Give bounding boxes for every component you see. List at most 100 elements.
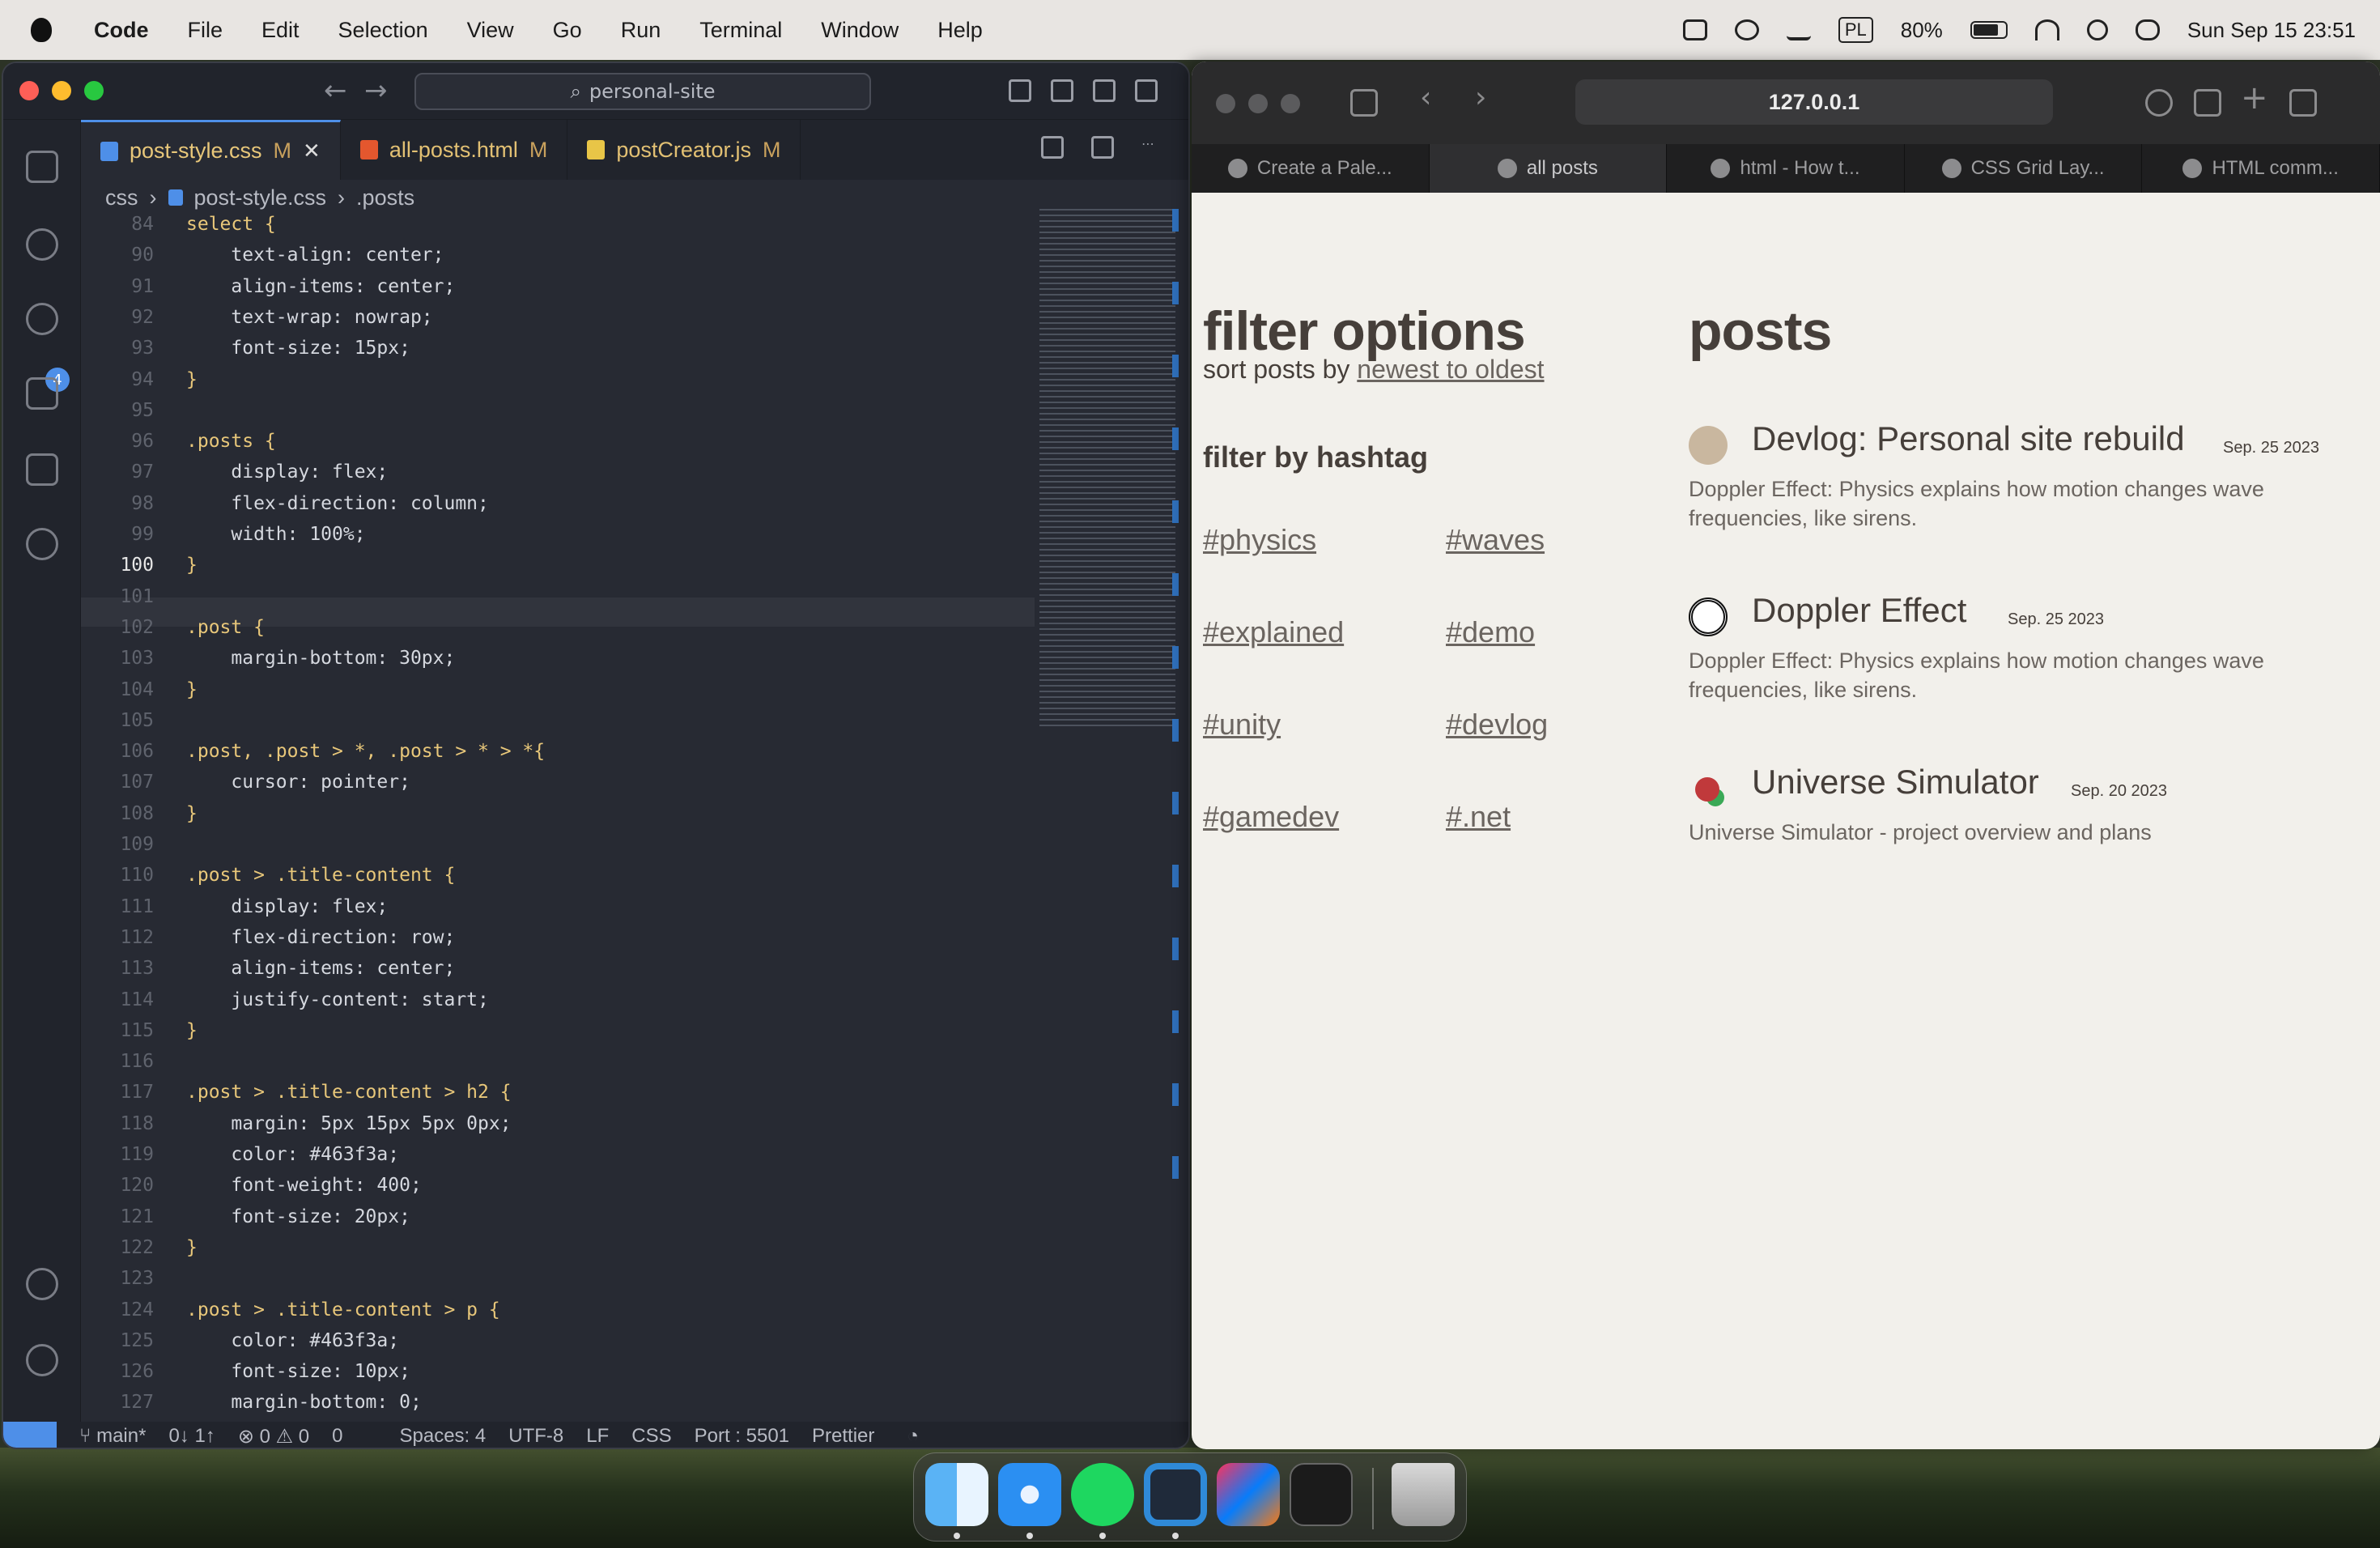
react-icon[interactable] (26, 528, 58, 560)
code-line[interactable]: color: #463f3a; (186, 1330, 399, 1351)
code-line[interactable]: } (186, 369, 198, 390)
menu-selection[interactable]: Selection (338, 18, 428, 43)
post-title[interactable]: Doppler Effect (1752, 591, 1966, 630)
code-line[interactable]: .post, .post > *, .post > * > *{ (186, 741, 545, 762)
code-line[interactable]: align-items: center; (186, 958, 455, 979)
language-mode[interactable]: CSS (631, 1425, 671, 1448)
code-line[interactable]: } (186, 679, 198, 700)
menu-file[interactable]: File (188, 18, 223, 43)
keyboard-layout-indicator[interactable]: PL (1838, 17, 1873, 43)
browser-tab[interactable]: HTML comm... (2142, 144, 2380, 193)
code-line[interactable]: select { (186, 214, 276, 235)
code-line[interactable]: margin-bottom: 30px; (186, 648, 455, 669)
code-line[interactable]: } (186, 555, 198, 576)
intellij-icon[interactable] (1217, 1463, 1280, 1526)
vscode-icon[interactable] (1144, 1463, 1207, 1526)
hashtag-link[interactable]: #physics (1203, 523, 1316, 557)
play-icon[interactable] (1734, 19, 1759, 40)
code-line[interactable]: text-align: center; (186, 245, 444, 266)
breadcrumb-file[interactable]: post-style.css (194, 185, 327, 211)
hashtag-link[interactable]: #gamedev (1203, 800, 1339, 834)
ports-count[interactable]: 0 (332, 1425, 342, 1448)
menu-window[interactable]: Window (821, 18, 899, 43)
open-changes-icon[interactable] (1041, 136, 1064, 159)
source-control-icon[interactable] (26, 303, 58, 335)
terminal-icon[interactable] (1290, 1463, 1353, 1526)
post-title[interactable]: Devlog: Personal site rebuild (1752, 419, 2185, 458)
trash-icon[interactable] (1392, 1463, 1455, 1526)
extensions-icon[interactable] (26, 453, 58, 486)
downloads-icon[interactable] (2145, 89, 2173, 117)
menu-edit[interactable]: Edit (261, 18, 300, 43)
code-line[interactable]: display: flex; (186, 896, 388, 917)
post-description[interactable]: Universe Simulator - project overview an… (1689, 818, 2304, 847)
command-center-search[interactable]: ⌕ personal-site (414, 73, 871, 110)
account-icon[interactable] (26, 1268, 58, 1300)
tab-overview-icon[interactable] (2289, 89, 2317, 117)
post-description[interactable]: Doppler Effect: Physics explains how mot… (1689, 474, 2304, 533)
code-line[interactable]: flex-direction: row; (186, 927, 455, 948)
close-window-button[interactable] (1216, 94, 1235, 113)
problems-count[interactable]: ⊗ 0 ⚠ 0 (238, 1425, 309, 1448)
code-line[interactable]: .post > .title-content > p { (186, 1299, 500, 1320)
hashtag-link[interactable]: #devlog (1446, 708, 1548, 742)
battery-icon[interactable] (1970, 21, 2008, 39)
git-branch[interactable]: ⑂ main* (79, 1425, 146, 1448)
live-server-port[interactable]: Port : 5501 (695, 1425, 789, 1448)
hashtag-link[interactable]: #demo (1446, 615, 1535, 649)
clock[interactable]: Sun Sep 15 23:51 (2187, 18, 2356, 43)
address-bar[interactable]: 127.0.0.1 (1575, 79, 2053, 125)
code-line[interactable]: font-size: 15px; (186, 338, 410, 359)
code-line[interactable]: flex-direction: column; (186, 493, 489, 514)
code-line[interactable]: display: flex; (186, 461, 388, 483)
code-line[interactable]: width: 100%; (186, 524, 365, 545)
code-line[interactable]: .post { (186, 617, 265, 638)
tab-postcreator-js[interactable]: postCreator.js M (567, 120, 801, 180)
breadcrumb-folder[interactable]: css (105, 185, 138, 211)
code-line[interactable]: .post > .title-content { (186, 865, 455, 886)
new-tab-icon[interactable]: + (2241, 79, 2268, 117)
code-line[interactable]: .post > .title-content > h2 { (186, 1082, 512, 1103)
sidebar-toggle-icon[interactable] (1350, 89, 1378, 117)
debug-icon[interactable] (26, 377, 58, 410)
code-line[interactable]: color: #463f3a; (186, 1144, 399, 1165)
hashtag-link[interactable]: #waves (1446, 523, 1545, 557)
menu-help[interactable]: Help (937, 18, 983, 43)
code-line[interactable]: margin: 5px 15px 5px 0px; (186, 1113, 511, 1134)
code-line[interactable]: cursor: pointer; (186, 772, 410, 793)
browser-tab[interactable]: Create a Pale... (1192, 144, 1430, 193)
code-line[interactable]: font-size: 10px; (186, 1361, 410, 1382)
minimap[interactable] (1039, 209, 1175, 727)
post-description[interactable]: Doppler Effect: Physics explains how mot… (1689, 646, 2304, 704)
screen-recorder-icon[interactable] (1682, 19, 1707, 40)
menu-run[interactable]: Run (621, 18, 661, 43)
menu-terminal[interactable]: Terminal (699, 18, 782, 43)
search-icon[interactable] (2086, 19, 2108, 40)
browser-tab-active[interactable]: all posts (1429, 144, 1668, 193)
prettier-status[interactable]: Prettier (812, 1425, 874, 1448)
breadcrumb-symbol[interactable]: .posts (356, 185, 414, 211)
sync-status[interactable]: 0↓ 1↑ (168, 1425, 215, 1448)
customize-layout-icon[interactable] (1135, 79, 1158, 102)
tab-post-style-css[interactable]: post-style.css M ✕ (81, 120, 341, 180)
explorer-icon[interactable] (26, 151, 58, 183)
hashtag-link[interactable]: #explained (1203, 615, 1344, 649)
spotify-icon[interactable] (1071, 1463, 1134, 1526)
code-line[interactable]: } (186, 1020, 198, 1041)
code-line[interactable]: align-items: center; (186, 276, 455, 297)
zoom-window-button[interactable] (1281, 94, 1300, 113)
code-line[interactable]: } (186, 803, 198, 824)
more-actions-icon[interactable]: ⋯ (1141, 136, 1164, 159)
code-editor[interactable]: 84 select {90 text-align: center; 91 align… (81, 214, 1035, 1448)
notifications-bell-icon[interactable]: ◔ (907, 1425, 919, 1448)
code-line[interactable]: justify-content: start; (186, 989, 489, 1010)
editor-scrollbar[interactable] (1172, 209, 1179, 1213)
safari-icon[interactable] (998, 1463, 1061, 1526)
close-tab-icon[interactable]: ✕ (303, 138, 321, 164)
hashtag-link[interactable]: #unity (1203, 708, 1281, 742)
code-line[interactable]: .posts { (186, 431, 276, 452)
code-line[interactable]: } (186, 1237, 198, 1258)
minimize-window-button[interactable] (1248, 94, 1268, 113)
wifi-icon[interactable] (2034, 19, 2059, 40)
browser-tab[interactable]: CSS Grid Lay... (1905, 144, 2143, 193)
